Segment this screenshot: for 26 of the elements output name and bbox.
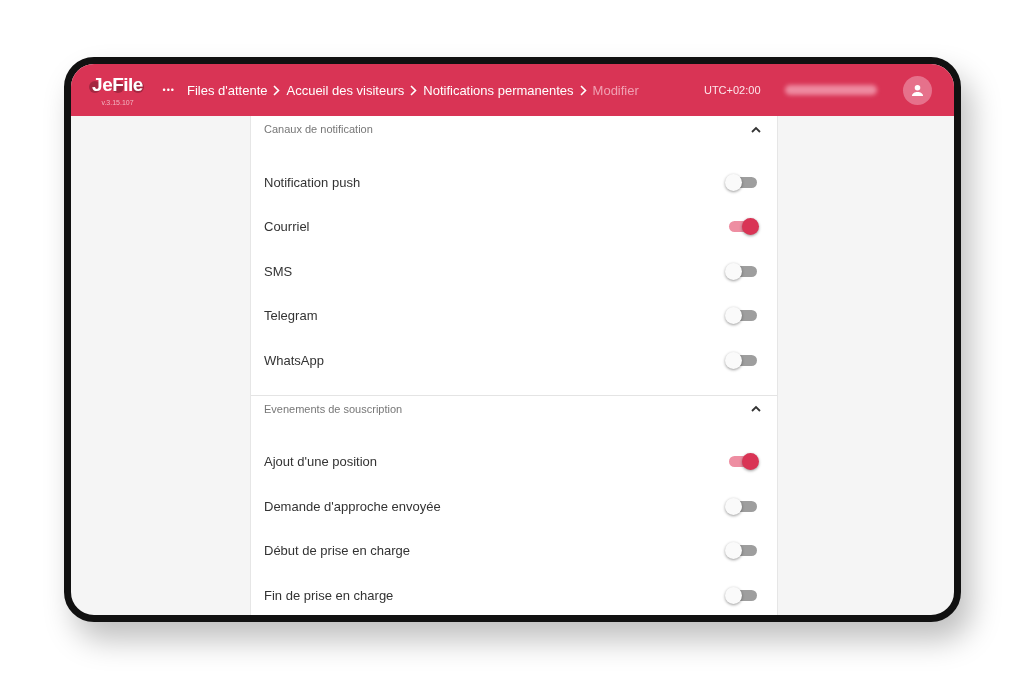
person-icon	[910, 83, 924, 97]
setting-label: SMS	[264, 263, 293, 279]
menu-button[interactable]: •••	[162, 85, 175, 95]
setting-label: Demande d'approche envoyée	[264, 498, 441, 514]
user-avatar[interactable]	[902, 75, 932, 105]
breadcrumb-link[interactable]: Accueil des visiteurs	[286, 82, 405, 98]
breadcrumb-link[interactable]: Notifications permanentes	[423, 82, 574, 98]
timezone-label: UTC+02:00	[703, 84, 761, 96]
setting-label: Ajout d'une position	[264, 454, 378, 470]
setting-label: Notification push	[264, 174, 361, 190]
setting-label: Telegram	[264, 308, 318, 324]
setting-label: Courriel	[264, 219, 310, 235]
setting-label: Fin de prise en charge	[264, 587, 394, 603]
toggle-switch[interactable]	[729, 221, 757, 233]
chevron-right-icon	[273, 84, 281, 96]
toggle-switch[interactable]	[729, 456, 757, 468]
setting-label: Début de prise en charge	[264, 543, 410, 559]
section-title: Canaux de notification	[264, 123, 373, 135]
chevron-up-icon[interactable]	[751, 405, 761, 412]
chevron-up-icon[interactable]	[751, 125, 761, 133]
chevron-right-icon	[579, 84, 587, 96]
breadcrumb-link[interactable]: Files d'attente	[186, 82, 268, 98]
section-title: Evenements de souscription	[264, 402, 403, 415]
setting-label: WhatsApp	[264, 352, 324, 368]
logo[interactable]: JeFile	[92, 74, 143, 96]
chevron-right-icon	[410, 84, 418, 96]
